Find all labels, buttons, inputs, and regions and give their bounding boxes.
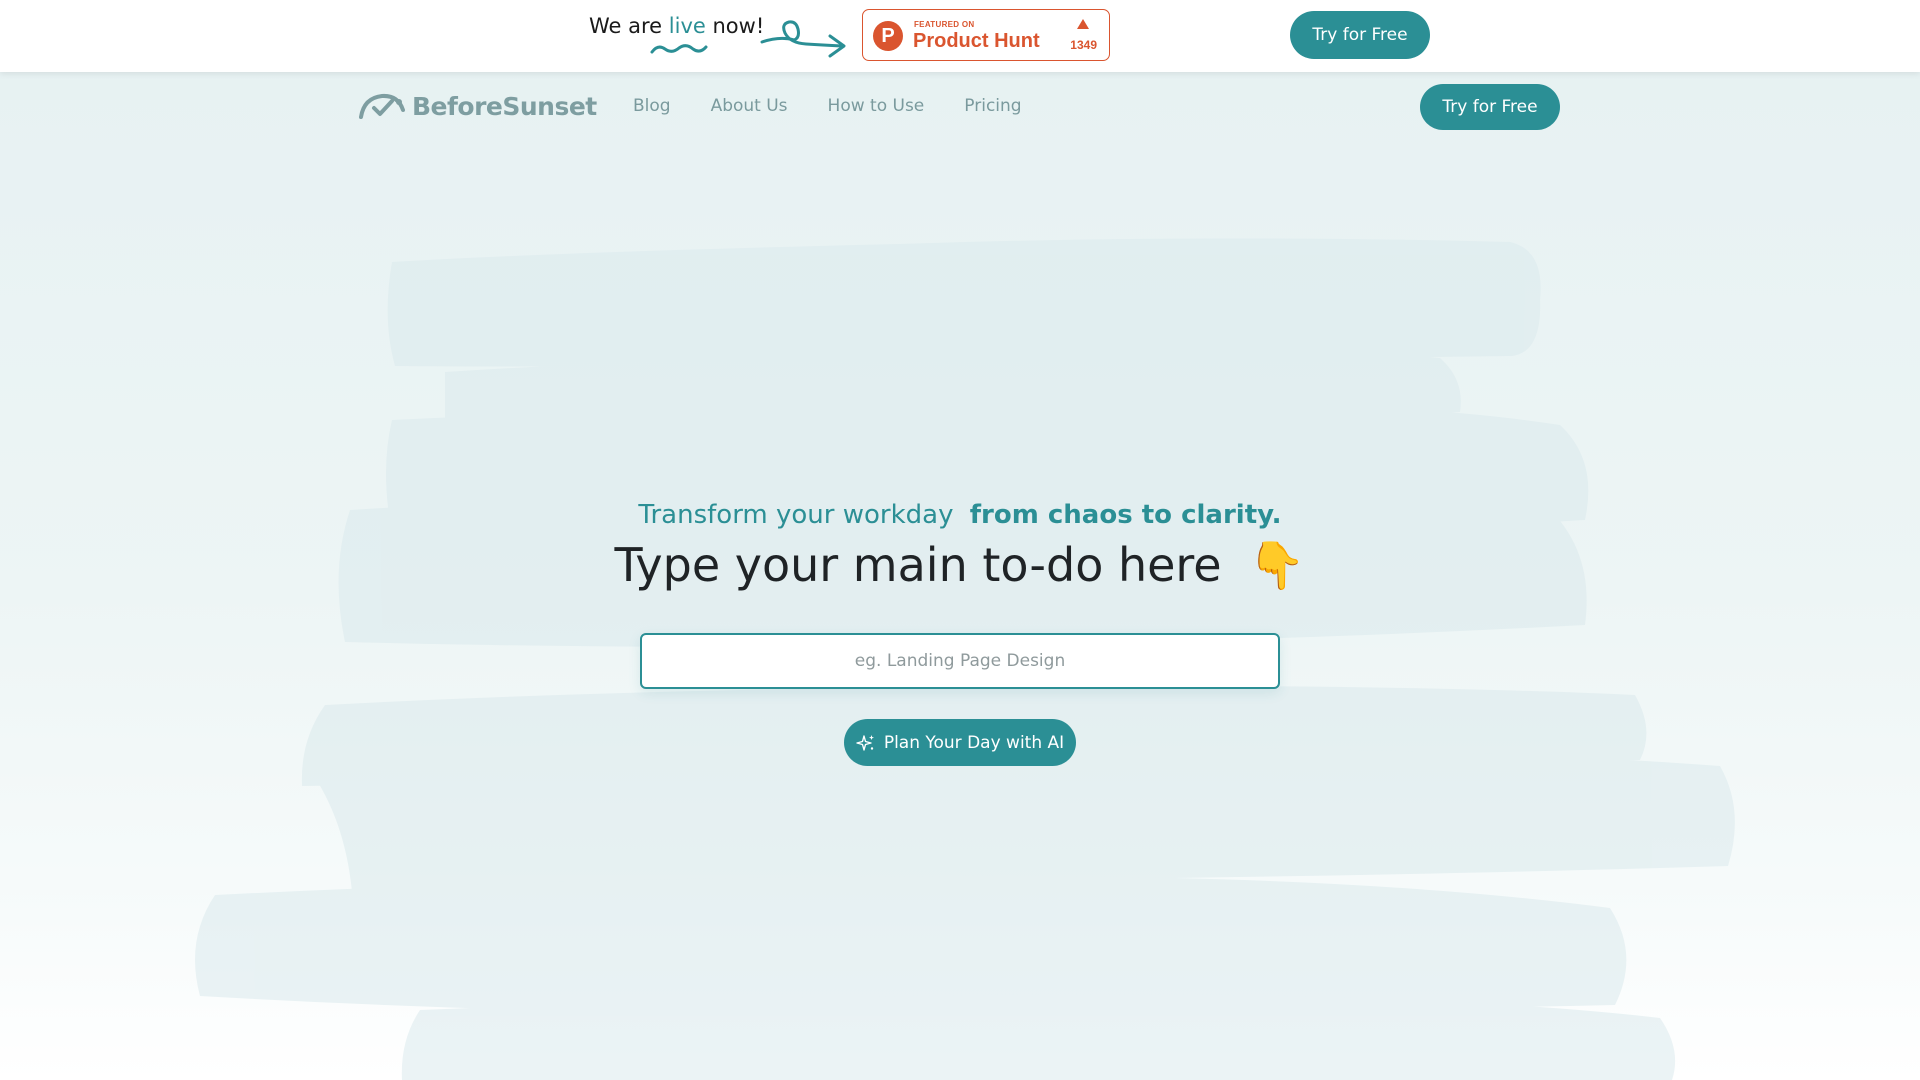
nav-link-blog[interactable]: Blog	[633, 96, 671, 116]
checkmark-arc-icon	[359, 93, 405, 119]
hero-tagline-plain: Transform your workday	[638, 500, 954, 530]
nav-try-free-button[interactable]: Try for Free	[1420, 84, 1560, 130]
hero-tagline-bold: from chaos to clarity.	[969, 500, 1282, 530]
sparkles-icon	[856, 734, 874, 751]
nav-link-how-to-use[interactable]: How to Use	[828, 96, 925, 116]
nav-link-about-us[interactable]: About Us	[711, 96, 788, 116]
product-hunt-featured-label: FEATURED ON	[914, 20, 975, 29]
announcement-prefix: We are	[589, 14, 663, 38]
brand-name: BeforeSunset	[412, 91, 597, 121]
brand-logo[interactable]: BeforeSunset	[358, 90, 597, 122]
loop-arrow-icon	[760, 20, 846, 58]
main-todo-input[interactable]	[640, 633, 1280, 689]
upvote-triangle-icon	[1077, 19, 1089, 29]
announcement-highlight: live	[668, 14, 706, 38]
hero-title-text: Type your main to-do here	[614, 538, 1222, 592]
announcement-try-free-button[interactable]: Try for Free	[1290, 11, 1430, 59]
product-hunt-name: Product Hunt	[913, 30, 1040, 52]
announcement-text: We are live now!	[589, 14, 764, 38]
squiggle-underline-icon	[650, 44, 708, 54]
product-hunt-badge[interactable]: P FEATURED ON Product Hunt 1349	[862, 9, 1110, 61]
announcement-bar: We are live now! P FEATURED ON Product H…	[0, 0, 1920, 72]
nav-link-pricing[interactable]: Pricing	[964, 96, 1021, 116]
pointing-down-icon: 👇	[1248, 538, 1306, 592]
hero-title: Type your main to-do here 👇	[0, 538, 1920, 593]
announcement-suffix: now!	[712, 14, 765, 38]
main-nav: Blog About Us How to Use Pricing	[633, 96, 1022, 116]
plan-your-day-button[interactable]: Plan Your Day with AI	[844, 719, 1076, 766]
product-hunt-logo: P	[873, 21, 903, 51]
plan-button-label: Plan Your Day with AI	[883, 732, 1065, 753]
product-hunt-upvote-count: 1349	[1070, 38, 1097, 52]
hero-tagline: Transform your workday from chaos to cla…	[0, 500, 1920, 530]
